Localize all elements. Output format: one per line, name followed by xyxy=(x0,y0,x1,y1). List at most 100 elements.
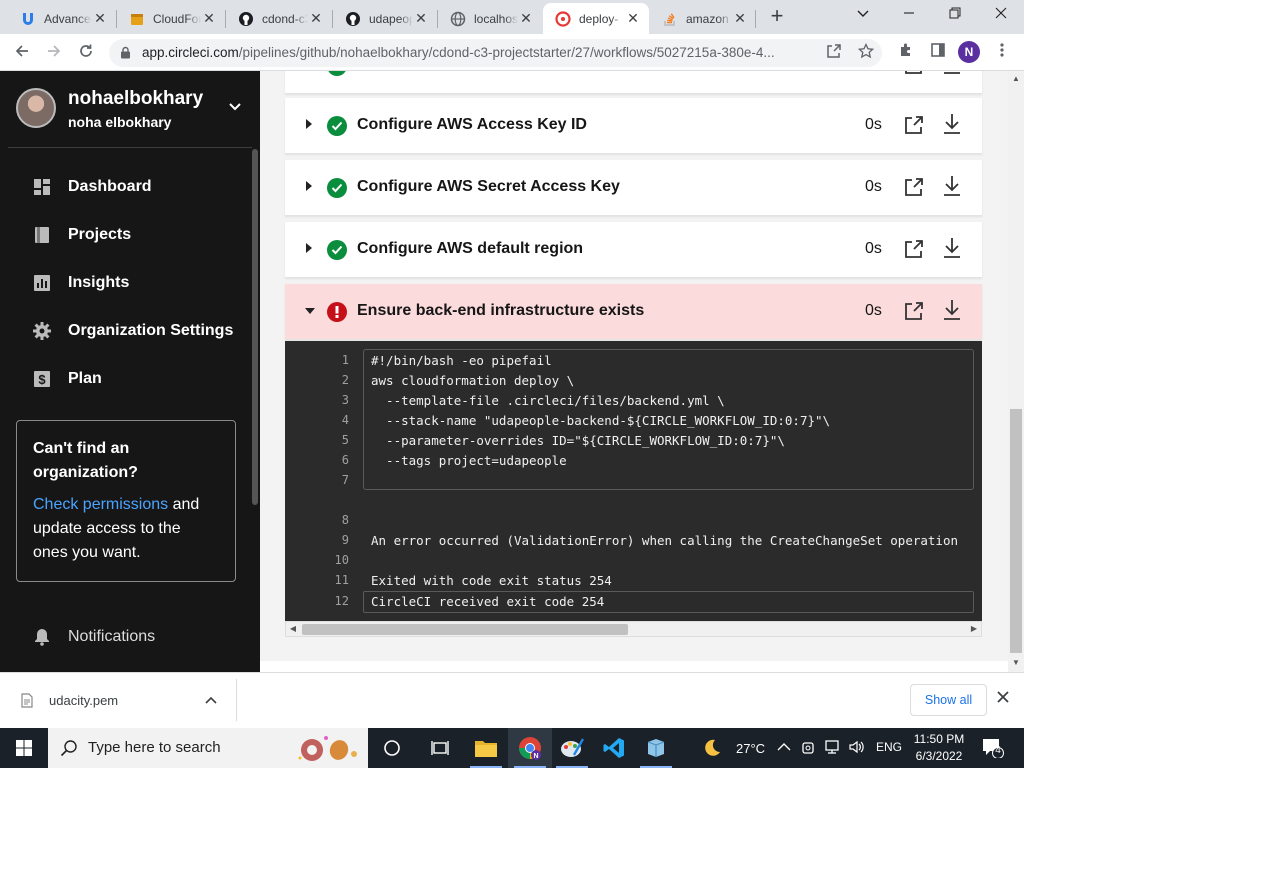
chrome-icon[interactable]: N xyxy=(508,728,552,768)
sidebar-scrollbar[interactable] xyxy=(252,149,258,505)
tab-search-icon[interactable] xyxy=(840,0,886,30)
step-row[interactable]: Configure AWS Access Key ID 0s xyxy=(285,98,982,154)
download-filename[interactable]: udacity.pem xyxy=(49,693,118,708)
sidebar-item-insights[interactable]: Insights xyxy=(32,270,129,296)
tab-4-label: localhost xyxy=(474,11,518,26)
close-icon[interactable]: ✕ xyxy=(92,10,108,27)
close-icon[interactable]: ✕ xyxy=(308,10,324,27)
extensions-icon[interactable] xyxy=(895,42,917,64)
scroll-down-arrow-icon[interactable]: ▼ xyxy=(1010,657,1022,669)
tab-2[interactable]: cdond-c3 ✕ xyxy=(226,3,332,34)
menu-kebab-icon[interactable] xyxy=(991,42,1013,64)
caret-down-icon[interactable] xyxy=(305,307,315,321)
tab-3[interactable]: udapeople ✕ xyxy=(333,3,437,34)
open-external-icon[interactable] xyxy=(903,71,925,76)
page-vertical-scrollbar[interactable]: ▲ ▼ xyxy=(1008,71,1024,672)
scroll-right-arrow-icon[interactable]: ▶ xyxy=(967,623,981,635)
task-view-icon[interactable] xyxy=(370,728,414,768)
chevron-up-icon[interactable] xyxy=(205,693,217,707)
profile-avatar[interactable]: N xyxy=(958,41,980,63)
error-alert-icon xyxy=(327,302,347,322)
close-icon[interactable]: ✕ xyxy=(201,10,217,27)
clock-date: 6/3/2022 xyxy=(915,749,963,763)
restore-icon[interactable] xyxy=(932,0,978,30)
paint-icon[interactable] xyxy=(550,728,594,768)
tab-6[interactable]: amazon ✕ xyxy=(650,3,756,34)
sidebar-item-organization-settings[interactable]: Organization Settings xyxy=(32,318,233,344)
chevron-up-icon[interactable] xyxy=(777,742,791,752)
timeline-icon[interactable] xyxy=(418,728,462,768)
forward-icon[interactable] xyxy=(41,40,67,66)
close-icon[interactable]: ✕ xyxy=(413,10,429,27)
tab-0[interactable]: Advanced ✕ xyxy=(8,3,116,34)
line-number: 8 xyxy=(341,513,349,527)
azure-storage-icon[interactable] xyxy=(634,728,678,768)
caret-right-icon[interactable] xyxy=(305,243,315,257)
org-username[interactable]: nohaelbokhary xyxy=(68,88,203,110)
network-icon[interactable] xyxy=(824,739,840,755)
caret-right-icon[interactable] xyxy=(305,119,315,133)
sidebar-item-plan[interactable]: $ Plan xyxy=(32,366,102,392)
close-icon[interactable] xyxy=(997,690,1009,708)
tab-4[interactable]: localhost ✕ xyxy=(438,3,542,34)
close-icon[interactable]: ✕ xyxy=(732,10,748,27)
show-all-button[interactable]: Show all xyxy=(910,684,987,716)
bookmark-star-icon[interactable] xyxy=(856,42,876,63)
open-external-icon[interactable] xyxy=(903,176,925,198)
volume-icon[interactable] xyxy=(848,739,866,755)
console-horizontal-scrollbar[interactable]: ◀ ▶ xyxy=(285,621,982,637)
vscode-icon[interactable] xyxy=(592,728,636,768)
address-bar[interactable]: app.circleci.com/pipelines/github/nohael… xyxy=(109,39,882,67)
scroll-left-arrow-icon[interactable]: ◀ xyxy=(286,623,300,635)
window-close-icon[interactable] xyxy=(978,0,1024,30)
notifications-label: Notifications xyxy=(68,628,156,645)
url-text: app.circleci.com/pipelines/github/nohael… xyxy=(142,45,807,60)
step-name: Configure AWS default region xyxy=(357,240,584,257)
back-icon[interactable] xyxy=(9,40,35,66)
download-icon[interactable] xyxy=(941,236,963,260)
step-row-partial[interactable] xyxy=(285,71,982,94)
close-icon[interactable]: ✕ xyxy=(518,10,534,27)
step-duration: 0s xyxy=(865,116,882,133)
sidebar-item-label: Plan xyxy=(68,370,102,387)
download-icon[interactable] xyxy=(941,174,963,198)
step-row-failed[interactable]: Ensure back-end infrastructure exists 0s xyxy=(285,284,982,340)
open-external-icon[interactable] xyxy=(903,238,925,260)
clock[interactable]: 11:50 PM 6/3/2022 xyxy=(908,731,970,765)
weather-widget[interactable]: 27°C xyxy=(702,738,765,758)
share-icon[interactable] xyxy=(824,43,844,63)
page-scroll-thumb[interactable] xyxy=(1010,409,1022,653)
sidebar-item-projects[interactable]: Projects xyxy=(32,222,131,248)
action-center-icon[interactable]: 4 xyxy=(982,738,1004,759)
file-explorer-icon[interactable] xyxy=(464,728,508,768)
job-steps-panel: Configure AWS Access Key ID 0s Configure… xyxy=(260,71,1008,672)
windows-start-icon[interactable] xyxy=(0,728,48,768)
step-row[interactable]: Configure AWS default region 0s xyxy=(285,222,982,278)
camera-icon[interactable] xyxy=(801,739,817,755)
dollar-icon: $ xyxy=(32,369,52,389)
step-output-console[interactable]: 1 #!/bin/bash -eo pipefail 2 aws cloudfo… xyxy=(285,341,982,621)
caret-right-icon[interactable] xyxy=(305,181,315,195)
screen: Advanced ✕ CloudFormation ✕ cdond-c3 ✕ u… xyxy=(0,0,1024,768)
scroll-up-arrow-icon[interactable]: ▲ xyxy=(1010,73,1022,85)
clock-time: 11:50 PM xyxy=(913,732,965,746)
chevron-down-icon[interactable] xyxy=(228,99,244,115)
download-icon[interactable] xyxy=(941,298,963,322)
close-icon[interactable]: ✕ xyxy=(625,10,641,27)
open-external-icon[interactable] xyxy=(903,300,925,322)
reload-icon[interactable] xyxy=(73,40,99,66)
tab-5-active[interactable]: deploy- ✕ xyxy=(543,3,649,34)
sidebar-item-notifications[interactable]: Notifications xyxy=(32,624,155,650)
sidebar-item-dashboard[interactable]: Dashboard xyxy=(32,174,152,200)
language-indicator[interactable]: ENG xyxy=(876,740,902,754)
open-external-icon[interactable] xyxy=(903,114,925,136)
download-icon[interactable] xyxy=(941,112,963,136)
new-tab-button[interactable]: + xyxy=(766,4,788,30)
minimize-icon[interactable] xyxy=(886,0,932,30)
check-permissions-link[interactable]: Check permissions xyxy=(33,496,168,513)
step-row[interactable]: Configure AWS Secret Access Key 0s xyxy=(285,160,982,216)
console-scroll-thumb[interactable] xyxy=(302,624,628,635)
download-icon[interactable] xyxy=(941,71,963,76)
side-panel-icon[interactable] xyxy=(927,42,949,64)
tab-1[interactable]: CloudFormation ✕ xyxy=(117,3,225,34)
